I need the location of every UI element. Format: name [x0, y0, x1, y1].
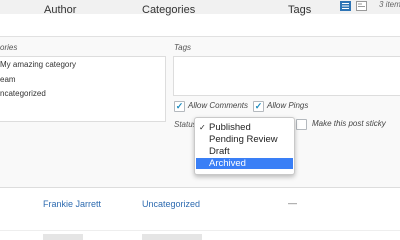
next-row-author-fragment — [43, 234, 83, 240]
table-header — [0, 14, 400, 37]
row-author-link[interactable]: Frankie Jarrett — [43, 199, 101, 209]
tags-heading: Tags — [174, 43, 192, 52]
category-item[interactable]: My amazing category — [0, 60, 76, 69]
items-count: 3 item — [379, 0, 400, 9]
sticky-checkbox[interactable] — [296, 119, 307, 130]
row-tags: — — [288, 198, 297, 208]
status-option-pending-review[interactable]: Pending Review — [196, 134, 293, 145]
allow-pings-checkbox[interactable]: ✓ — [253, 101, 264, 112]
categories-heading: ories — [0, 43, 18, 52]
row-category-link[interactable]: Uncategorized — [142, 199, 200, 209]
allow-pings-label: Allow Pings — [267, 101, 309, 110]
allow-comments-label: Allow Comments — [188, 101, 249, 110]
checkmark-icon: ✓ — [254, 101, 263, 111]
tags-textarea[interactable] — [173, 56, 400, 96]
allow-comments-checkbox[interactable]: ✓ — [174, 101, 185, 112]
table-row — [0, 188, 400, 240]
sticky-label: Make this post sticky — [312, 119, 386, 128]
status-option-published[interactable]: ✓ Published — [196, 122, 293, 133]
status-dropdown-menu[interactable]: ✓ Published Pending Review Draft Archive… — [194, 117, 295, 175]
checkmark-icon: ✓ — [199, 123, 206, 132]
column-header-categories: Categories — [142, 4, 196, 16]
excerpt-view-icon[interactable] — [356, 1, 367, 11]
category-item[interactable]: ncategorized — [0, 89, 46, 98]
column-header-author[interactable]: Author — [44, 4, 76, 16]
list-view-icon[interactable] — [340, 1, 351, 11]
next-row-category-fragment — [142, 234, 202, 240]
row-divider — [0, 230, 400, 231]
checkmark-icon: ✓ — [175, 101, 184, 111]
category-item[interactable]: eam — [0, 75, 16, 84]
status-option-draft[interactable]: Draft — [196, 146, 293, 157]
column-header-tags: Tags — [288, 4, 312, 16]
status-option-archived[interactable]: Archived — [196, 158, 293, 169]
